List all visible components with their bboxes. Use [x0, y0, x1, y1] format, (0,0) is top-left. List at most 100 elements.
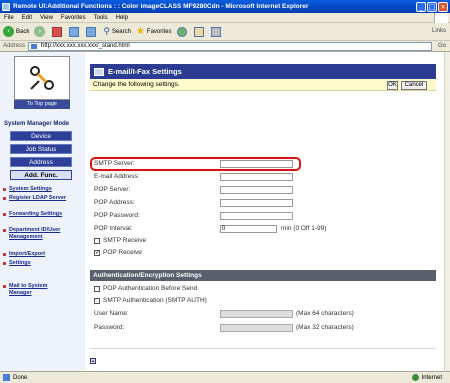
mode-add-func-button[interactable]: Add. Func.: [10, 170, 72, 180]
address-label: Address: [3, 43, 26, 49]
favorites-button[interactable]: ★ Favorites: [136, 26, 172, 37]
history-button[interactable]: [176, 26, 189, 37]
address-bar: Address http://xxx.xxx.xxx.xxx/_stand.ht…: [0, 41, 450, 52]
smtp-auth-row[interactable]: SMTP Authentication (SMTP AUTH): [94, 297, 207, 304]
nav-settings-label: Settings: [9, 260, 31, 266]
links-label[interactable]: Links: [432, 28, 446, 34]
mail-to-system-manager-link[interactable]: Mail to System Manager: [3, 283, 69, 297]
mail-link-label: Mail to System Manager: [9, 283, 48, 296]
mode-address-button[interactable]: Address: [10, 157, 72, 167]
menu-favorites[interactable]: Favorites: [61, 15, 86, 21]
windows-logo-icon: [434, 13, 448, 23]
back-button[interactable]: ‹ Back: [3, 26, 29, 37]
nav-department-id[interactable]: Department ID/User Management: [3, 227, 69, 241]
home-icon: [86, 26, 97, 37]
pop-before-send-checkbox[interactable]: [94, 285, 100, 292]
menu-tools[interactable]: Tools: [94, 15, 108, 21]
browser-toolbar: ‹ Back › ⚲ Search ★ Favorites Links: [0, 23, 450, 41]
smtp-auth-label: SMTP Authentication (SMTP AUTH): [103, 297, 207, 304]
pop-before-send-label: POP Authentication Before Send: [103, 285, 198, 292]
ie-icon: [2, 2, 10, 11]
menu-help[interactable]: Help: [116, 15, 128, 21]
pop-interval-input[interactable]: 0: [220, 225, 277, 233]
maximize-button[interactable]: □: [427, 1, 437, 12]
refresh-button[interactable]: [69, 26, 81, 37]
menu-file[interactable]: File: [4, 15, 14, 21]
smtp-server-label: SMTP Server:: [94, 160, 135, 167]
password-note: (Max 32 characters): [296, 324, 354, 331]
search-button[interactable]: ⚲ Search: [103, 27, 131, 37]
bullet-icon: [3, 213, 6, 216]
tool-logo-icon: [30, 66, 54, 90]
stop-icon: [52, 26, 63, 37]
favorites-label: Favorites: [146, 28, 172, 35]
cancel-button[interactable]: Cancel: [401, 81, 427, 90]
search-label: Search: [111, 28, 131, 35]
password-input[interactable]: [220, 324, 293, 332]
nav-register-ldap-label: Register LDAP Server: [9, 195, 67, 201]
home-button[interactable]: [86, 26, 98, 37]
vertical-scrollbar[interactable]: [444, 52, 450, 371]
remote-ui-logo[interactable]: [14, 56, 70, 100]
menu-edit[interactable]: Edit: [22, 15, 32, 21]
smtp-server-input[interactable]: [220, 160, 293, 168]
print-button[interactable]: [210, 26, 223, 37]
page-header: E-mail/I-Fax Settings: [90, 64, 436, 79]
email-address-label: E-mail Address:: [94, 173, 140, 180]
pop-receive-row[interactable]: POP Receive: [94, 249, 142, 256]
web-page: To Top page System Manager Mode Device J…: [0, 52, 444, 371]
nav-import-export[interactable]: Import/Export: [3, 251, 45, 258]
to-top-page-button[interactable]: To Top page: [14, 100, 70, 109]
minimize-button[interactable]: _: [416, 1, 426, 12]
left-nav: To Top page System Manager Mode Device J…: [0, 52, 85, 371]
smtp-auth-checkbox[interactable]: [94, 297, 100, 304]
bullet-icon: [3, 197, 6, 200]
system-manager-mode-label: System Manager Mode: [4, 121, 70, 127]
mail-button[interactable]: [193, 26, 206, 37]
user-name-input[interactable]: [220, 310, 293, 318]
main-content: E-mail/I-Fax Settings Change the followi…: [86, 52, 444, 371]
stop-button[interactable]: [52, 26, 64, 37]
window-controls: _ □ ×: [416, 1, 448, 12]
status-bar: Done Internet: [0, 371, 450, 383]
pop-before-send-row[interactable]: POP Authentication Before Send: [94, 285, 197, 292]
go-button[interactable]: Go: [434, 42, 450, 51]
pop-receive-checkbox[interactable]: [94, 249, 100, 256]
pop-interval-label: POP Interval:: [94, 225, 133, 232]
menu-bar: File Edit View Favorites Tools Help: [0, 13, 450, 23]
security-zone: Internet: [411, 374, 442, 381]
nav-system-settings-label: System Settings: [9, 186, 52, 192]
user-name-label: User Name:: [94, 310, 129, 317]
forward-arrow-icon: ›: [34, 26, 46, 37]
bullet-icon: [3, 262, 6, 265]
smtp-receive-checkbox[interactable]: [94, 237, 100, 244]
bullet-icon: [3, 285, 6, 288]
pop-server-label: POP Server:: [94, 186, 131, 193]
forward-button[interactable]: ›: [34, 26, 47, 37]
menu-view[interactable]: View: [40, 15, 53, 21]
nav-system-settings[interactable]: System Settings: [3, 186, 52, 193]
email-address-input[interactable]: [220, 173, 293, 181]
pop-receive-label: POP Receive: [103, 249, 142, 256]
address-input[interactable]: http://xxx.xxx.xxx.xxx/_stand.html: [28, 41, 432, 51]
nav-settings[interactable]: Settings: [3, 260, 31, 267]
smtp-receive-row[interactable]: SMTP Receive: [94, 237, 146, 244]
pop-password-input[interactable]: [220, 212, 293, 220]
mode-job-status-button[interactable]: Job Status: [10, 144, 72, 154]
nav-forwarding-settings[interactable]: Forwarding Settings: [3, 211, 64, 218]
pop-address-input[interactable]: [220, 199, 293, 207]
mode-device-button[interactable]: Device: [10, 131, 72, 141]
page-done-icon: [3, 374, 10, 381]
pop-interval-hint: min (0:Off 1-99): [281, 225, 327, 232]
ok-button[interactable]: OK: [387, 81, 398, 90]
window-title: Remote UI:Additional Functions : : Color…: [13, 3, 309, 10]
print-icon: [210, 26, 221, 37]
window-title-bar: Remote UI:Additional Functions : : Color…: [0, 0, 450, 13]
pop-server-input[interactable]: [220, 186, 293, 194]
close-button[interactable]: ×: [438, 1, 448, 12]
internet-globe-icon: [411, 374, 419, 381]
back-to-top-icon[interactable]: ▴: [90, 358, 96, 364]
nav-department-id-label: Department ID/User Management: [9, 227, 61, 240]
nav-forwarding-label: Forwarding Settings: [9, 211, 63, 217]
nav-register-ldap-server[interactable]: Register LDAP Server: [3, 195, 69, 202]
